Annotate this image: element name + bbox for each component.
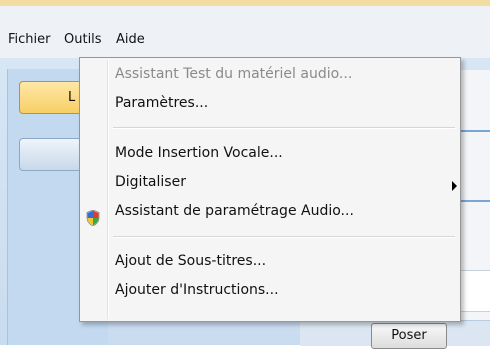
menu-item-ajouter-instructions[interactable]: Ajouter d'Instructions... bbox=[115, 282, 279, 298]
menu-bar: Fichier Outils Aide bbox=[0, 6, 490, 59]
shield-icon bbox=[86, 210, 100, 226]
menu-aide[interactable]: Aide bbox=[116, 32, 145, 47]
menu-item-ajout-sous-titres[interactable]: Ajout de Sous-titres... bbox=[115, 253, 266, 269]
menu-outils[interactable]: Outils bbox=[64, 32, 102, 47]
menu-item-mode-insertion-vocale[interactable]: Mode Insertion Vocale... bbox=[115, 145, 283, 161]
right-pane-accent-line bbox=[456, 200, 490, 202]
left-primary-button-label: L bbox=[68, 90, 76, 105]
menu-separator bbox=[113, 127, 455, 129]
right-pane-input[interactable] bbox=[456, 270, 490, 312]
menu-fichier[interactable]: Fichier bbox=[8, 32, 51, 47]
poser-button[interactable]: Poser bbox=[371, 323, 447, 349]
menu-item-assistant-test-audio: Assistant Test du matériel audio... bbox=[115, 66, 353, 82]
menu-item-assistant-parametrage-audio[interactable]: Assistant de paramétrage Audio... bbox=[115, 203, 354, 219]
submenu-arrow-icon bbox=[452, 181, 457, 191]
menu-item-parametres[interactable]: Paramètres... bbox=[115, 95, 208, 111]
menu-icon-gutter bbox=[107, 60, 109, 319]
outils-dropdown-menu: Assistant Test du matériel audio... Para… bbox=[79, 57, 461, 322]
menu-separator bbox=[113, 236, 455, 238]
right-pane-accent-line bbox=[456, 130, 490, 132]
menu-item-digitaliser[interactable]: Digitaliser bbox=[115, 174, 186, 190]
